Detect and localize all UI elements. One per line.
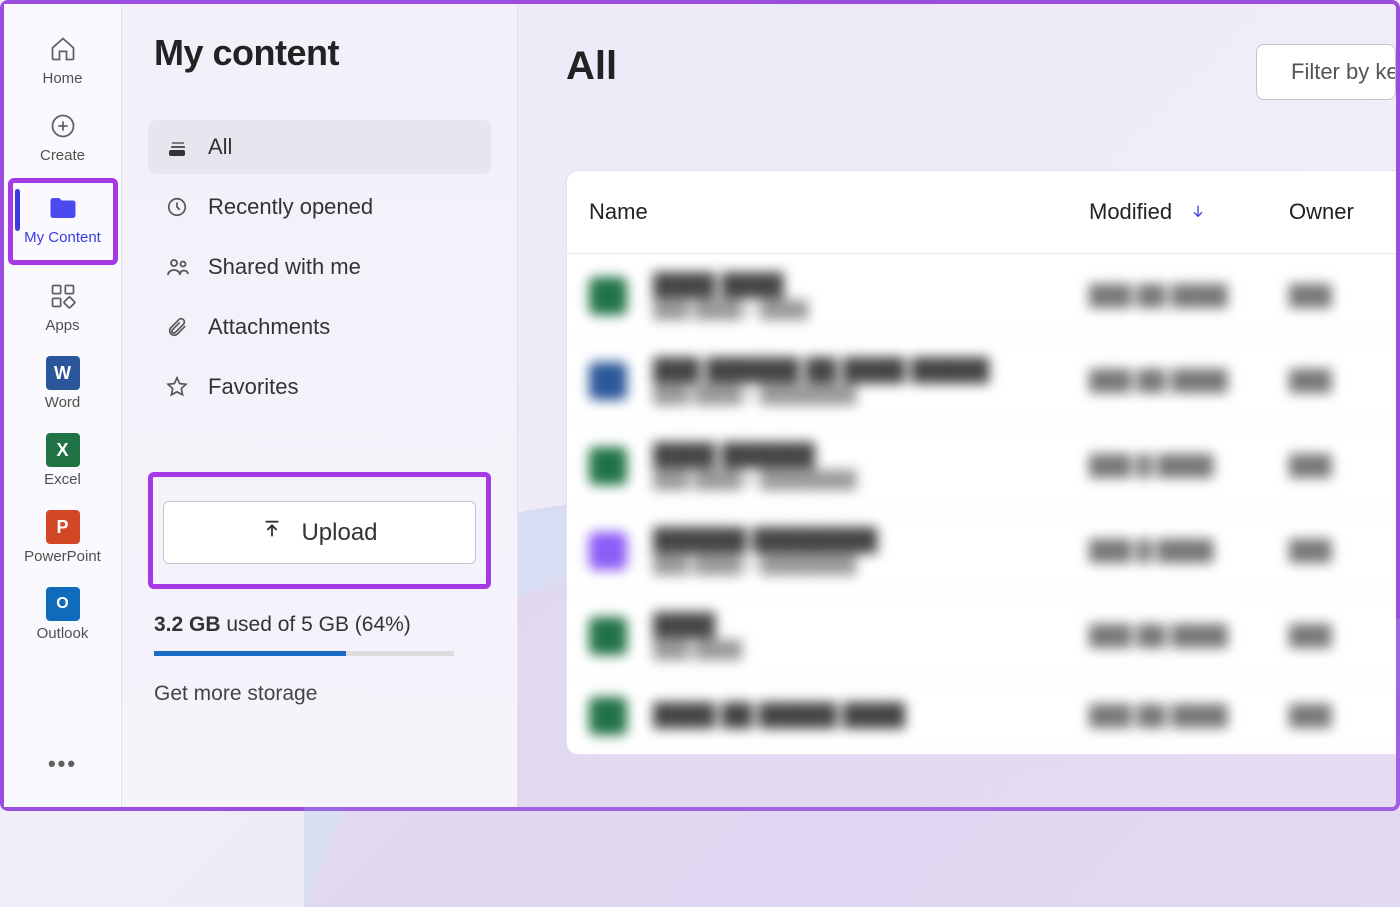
table-row[interactable]: ██████ ███████████ ████ ▸ ████████ ███ █… xyxy=(567,509,1396,594)
ellipsis-icon: ••• xyxy=(48,751,77,776)
rail-excel-label: Excel xyxy=(44,471,81,488)
table-row[interactable]: ████ █████████ ████ ▸ ████████ ███ █ ███… xyxy=(567,424,1396,509)
powerpoint-icon: P xyxy=(46,512,80,542)
apps-icon xyxy=(49,281,77,311)
rail-powerpoint[interactable]: P PowerPoint xyxy=(8,502,118,579)
file-icon xyxy=(589,362,627,400)
file-icon xyxy=(589,277,627,315)
table-row[interactable]: ███ ██████ ██ ████ ████████ ████ ▸ █████… xyxy=(567,339,1396,424)
clock-icon xyxy=(166,195,194,219)
filter-shared[interactable]: Shared with me xyxy=(148,240,491,294)
file-icon xyxy=(589,697,627,735)
file-icon xyxy=(589,532,627,570)
filter-list: All Recently opened Shared with me Attac… xyxy=(148,120,491,414)
table-row[interactable]: ████ ███████ ████ ▸ ████ ███ ██ ███████ xyxy=(567,254,1396,339)
filter-favorites[interactable]: Favorites xyxy=(148,360,491,414)
filter-attachments[interactable]: Attachments xyxy=(148,300,491,354)
rail-home-label: Home xyxy=(42,70,82,87)
filter-recently-opened[interactable]: Recently opened xyxy=(148,180,491,234)
main-title: All xyxy=(566,44,617,89)
rail-more[interactable]: ••• xyxy=(48,751,77,777)
table-row[interactable]: ████ ██ █████ ████ ███ ██ ███████ xyxy=(567,679,1396,754)
paperclip-icon xyxy=(166,315,194,339)
rail-create[interactable]: Create xyxy=(8,101,118,178)
app-rail: Home Create My Content Apps W Word X Exc… xyxy=(4,4,122,807)
rail-outlook-label: Outlook xyxy=(37,625,89,642)
folder-icon xyxy=(48,193,78,223)
rail-create-label: Create xyxy=(40,147,85,164)
panel-title: My content xyxy=(154,32,491,74)
stack-icon xyxy=(166,135,194,159)
column-modified[interactable]: Modified xyxy=(1089,199,1289,225)
filter-shared-label: Shared with me xyxy=(208,254,361,280)
table-header: Name Modified Owner xyxy=(567,171,1396,254)
file-icon xyxy=(589,447,627,485)
content-table: Name Modified Owner ████ ███████ ████ ▸ … xyxy=(566,170,1396,755)
rail-outlook[interactable]: O Outlook xyxy=(8,579,118,656)
storage-bar-fill xyxy=(154,651,346,656)
file-icon xyxy=(589,617,627,655)
filter-all-label: All xyxy=(208,134,232,160)
rail-my-content-label: My Content xyxy=(24,229,101,246)
sort-arrow-down-icon xyxy=(1190,199,1206,225)
upload-icon xyxy=(261,518,283,547)
filter-favorites-label: Favorites xyxy=(208,374,298,400)
filter-all[interactable]: All xyxy=(148,120,491,174)
rail-excel[interactable]: X Excel xyxy=(8,425,118,502)
table-row[interactable]: ███████ ████ ███ ██ ███████ xyxy=(567,594,1396,679)
filter-by-keyword-button[interactable]: Filter by ke xyxy=(1256,44,1396,100)
column-name[interactable]: Name xyxy=(589,199,1089,225)
content-panel: My content All Recently opened Shared wi… xyxy=(122,4,518,807)
rail-my-content[interactable]: My Content xyxy=(8,178,118,265)
column-owner[interactable]: Owner xyxy=(1289,199,1383,225)
get-more-storage[interactable]: Get more storage xyxy=(154,682,491,706)
rail-apps[interactable]: Apps xyxy=(8,271,118,348)
star-icon xyxy=(166,375,194,399)
home-icon xyxy=(49,34,77,64)
rail-word-label: Word xyxy=(45,394,81,411)
upload-highlight: Upload xyxy=(148,472,491,589)
upload-label: Upload xyxy=(301,519,377,547)
rail-home[interactable]: Home xyxy=(8,24,118,101)
storage-text: 3.2 GB used of 5 GB (64%) xyxy=(154,613,491,637)
filter-recent-label: Recently opened xyxy=(208,194,373,220)
main-content: All Filter by ke Name Modified Owner ███… xyxy=(518,4,1396,807)
upload-button[interactable]: Upload xyxy=(163,501,476,564)
storage-bar xyxy=(154,651,454,656)
excel-icon: X xyxy=(46,435,80,465)
word-icon: W xyxy=(46,358,80,388)
rail-powerpoint-label: PowerPoint xyxy=(24,548,101,565)
storage-used: 3.2 GB xyxy=(154,613,221,636)
rail-word[interactable]: W Word xyxy=(8,348,118,425)
filter-attachments-label: Attachments xyxy=(208,314,330,340)
rail-apps-label: Apps xyxy=(45,317,79,334)
outlook-icon: O xyxy=(46,589,80,619)
plus-circle-icon xyxy=(49,111,77,141)
people-icon xyxy=(166,255,194,279)
storage-rest: used of 5 GB (64%) xyxy=(226,613,410,636)
